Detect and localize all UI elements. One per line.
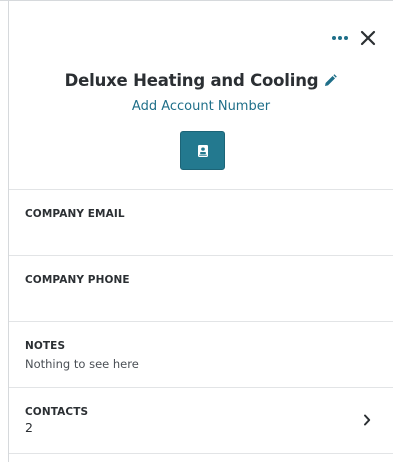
notes-label: NOTES <box>25 340 66 352</box>
contact-card-icon <box>197 144 208 157</box>
account-name: Deluxe Heating and Cooling <box>64 71 319 90</box>
contacts-count: 2 <box>25 420 33 435</box>
account-detail-panel: Deluxe Heating and Cooling Add Account N… <box>9 1 393 462</box>
bottom-divider <box>9 453 393 462</box>
header-actions <box>331 29 377 47</box>
pencil-icon <box>325 74 338 86</box>
contacts-section[interactable]: CONTACTS 2 <box>9 387 393 453</box>
notes-value: Nothing to see here <box>25 357 139 371</box>
contacts-label: CONTACTS <box>25 406 89 418</box>
more-options-button[interactable] <box>331 35 349 41</box>
company-email-label: COMPANY EMAIL <box>25 208 125 220</box>
close-button[interactable] <box>359 29 377 47</box>
more-horizontal-icon <box>332 36 348 40</box>
chevron-right-icon <box>364 414 371 426</box>
add-account-number-link[interactable]: Add Account Number <box>9 99 393 114</box>
company-phone-label: COMPANY PHONE <box>25 274 130 286</box>
notes-section: NOTES Nothing to see here <box>9 321 393 387</box>
contact-card-button[interactable] <box>180 131 225 170</box>
close-icon <box>360 30 376 46</box>
account-details-page: Deluxe Heating and Cooling Add Account N… <box>0 0 393 462</box>
account-title-row: Deluxe Heating and Cooling <box>9 71 393 90</box>
company-email-section: COMPANY EMAIL <box>9 189 393 255</box>
company-phone-section: COMPANY PHONE <box>9 255 393 321</box>
edit-name-button[interactable] <box>324 74 338 87</box>
